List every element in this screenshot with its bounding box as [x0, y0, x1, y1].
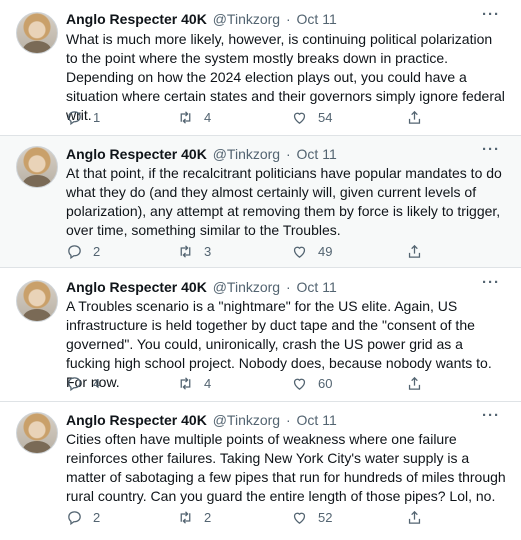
separator-dot: · — [285, 11, 291, 27]
retweet-icon — [180, 244, 191, 258]
avatar[interactable] — [16, 12, 58, 54]
author-handle[interactable]: @Tinkzorg — [213, 279, 280, 295]
tweet[interactable]: Anglo Respecter 40K @Tinkzorg · Oct 11 ·… — [0, 136, 521, 268]
like-icon — [293, 112, 306, 124]
reply-icon — [68, 376, 81, 391]
reply-icon — [68, 244, 81, 259]
author-handle[interactable]: @Tinkzorg — [213, 146, 280, 162]
author-handle[interactable]: @Tinkzorg — [213, 11, 280, 27]
tweet-date[interactable]: Oct 11 — [297, 412, 337, 428]
tweet-text: Cities often have multiple points of wea… — [66, 431, 506, 504]
share-icon — [408, 244, 421, 258]
author-name[interactable]: Anglo Respecter 40K — [66, 279, 207, 295]
like-count: 52 — [318, 509, 333, 525]
retweet-button[interactable]: 3 — [177, 242, 211, 260]
reply-button[interactable]: 2 — [66, 242, 100, 260]
tweet-date[interactable]: Oct 11 — [297, 11, 337, 27]
like-icon — [293, 512, 306, 524]
like-button[interactable]: 52 — [291, 508, 332, 526]
retweet-count: 4 — [204, 375, 212, 391]
like-count: 49 — [318, 243, 333, 259]
tweet[interactable]: Anglo Respecter 40K @Tinkzorg · Oct 11 ·… — [0, 268, 521, 402]
retweet-button[interactable]: 4 — [177, 108, 211, 126]
like-icon — [293, 378, 306, 390]
share-button[interactable] — [406, 108, 423, 126]
retweet-icon — [180, 376, 191, 390]
reply-icon — [68, 110, 81, 125]
reply-button[interactable]: 1 — [66, 108, 100, 126]
like-count: 60 — [318, 375, 333, 391]
tweet-text: At that point, if the recalcitrant polit… — [66, 165, 502, 238]
reply-count: 1 — [93, 109, 101, 125]
reply-icon — [68, 510, 81, 525]
author-handle[interactable]: @Tinkzorg — [213, 412, 280, 428]
like-button[interactable]: 54 — [291, 108, 332, 126]
like-button[interactable]: 60 — [291, 374, 332, 392]
separator-dot: · — [285, 412, 291, 428]
more-icon[interactable]: ··· — [482, 407, 500, 424]
retweet-button[interactable]: 2 — [177, 508, 211, 526]
tweet[interactable]: Anglo Respecter 40K @Tinkzorg · Oct 11 ·… — [0, 402, 521, 540]
reply-count: 4 — [93, 375, 101, 391]
avatar[interactable] — [16, 412, 58, 454]
share-button[interactable] — [406, 374, 423, 392]
retweet-count: 3 — [204, 243, 212, 259]
retweet-count: 2 — [204, 509, 212, 525]
retweet-icon — [180, 510, 191, 524]
separator-dot: · — [285, 279, 291, 295]
more-icon[interactable]: ··· — [482, 6, 500, 23]
share-button[interactable] — [406, 242, 423, 260]
tweet[interactable]: Anglo Respecter 40K @Tinkzorg · Oct 11 ·… — [0, 0, 521, 136]
reply-count: 2 — [93, 509, 101, 525]
author-name[interactable]: Anglo Respecter 40K — [66, 146, 207, 162]
more-icon[interactable]: ··· — [482, 141, 500, 158]
like-count: 54 — [318, 109, 333, 125]
share-icon — [408, 376, 421, 390]
author-name[interactable]: Anglo Respecter 40K — [66, 11, 207, 27]
avatar[interactable] — [16, 146, 58, 188]
reply-button[interactable]: 4 — [66, 374, 100, 392]
like-button[interactable]: 49 — [291, 242, 332, 260]
share-button[interactable] — [406, 508, 423, 526]
more-icon[interactable]: ··· — [482, 274, 500, 291]
reply-button[interactable]: 2 — [66, 508, 100, 526]
tweet-date[interactable]: Oct 11 — [297, 279, 337, 295]
retweet-button[interactable]: 4 — [177, 374, 211, 392]
avatar[interactable] — [16, 280, 58, 322]
author-name[interactable]: Anglo Respecter 40K — [66, 412, 207, 428]
retweet-icon — [180, 110, 191, 124]
retweet-count: 4 — [204, 109, 212, 125]
share-icon — [408, 110, 421, 124]
separator-dot: · — [285, 146, 291, 162]
tweet-date[interactable]: Oct 11 — [297, 146, 337, 162]
like-icon — [293, 246, 306, 258]
reply-count: 2 — [93, 243, 101, 259]
share-icon — [408, 510, 421, 524]
